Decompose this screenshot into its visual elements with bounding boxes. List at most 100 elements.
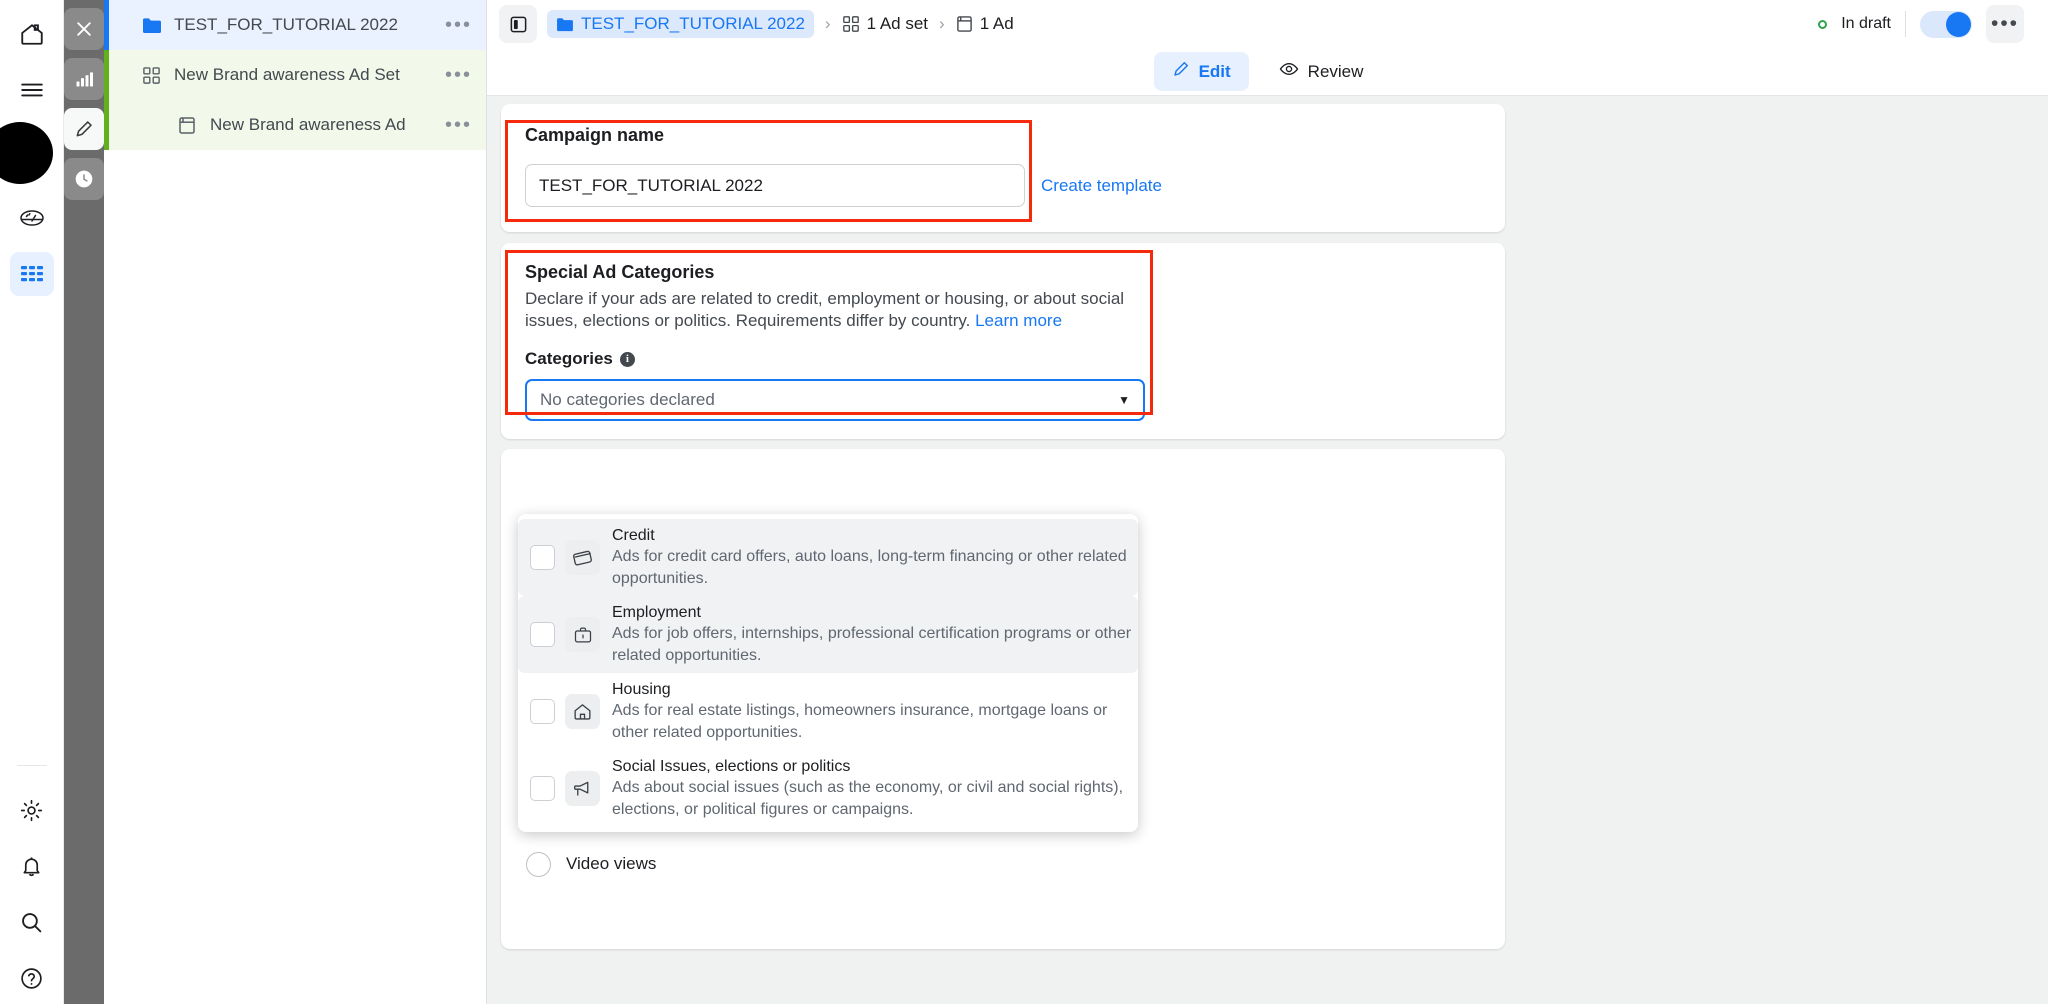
home-icon[interactable] [10,12,54,56]
checkbox-icon[interactable] [530,622,555,647]
app-root: TEST_FOR_TUTORIAL 2022 ••• New Brand awa… [0,0,2048,1004]
tree-row-campaign[interactable]: TEST_FOR_TUTORIAL 2022 ••• [104,0,486,50]
objective-option-video-views[interactable]: Video views [526,841,836,887]
clock-icon[interactable] [64,158,104,200]
special-ad-title: Special Ad Categories [525,262,1481,283]
floating-tool-panel [64,0,104,1004]
categories-select-value: No categories declared [540,390,715,410]
avatar[interactable] [0,122,53,184]
breadcrumb-item-ad[interactable]: 1 Ad [956,14,1014,34]
dropdown-option-description: Ads for job offers, internships, profess… [612,625,1131,664]
radio-icon [526,852,551,877]
speedometer-icon[interactable] [10,196,54,240]
header-top-row: TEST_FOR_TUTORIAL 2022 › 1 Ad set › [487,0,2048,48]
objective-label: Video views [566,854,656,874]
breadcrumb-item-adset[interactable]: 1 Ad set [842,14,928,34]
campaign-active-toggle[interactable] [1920,11,1972,38]
adset-grid-icon [842,15,860,33]
more-options-button[interactable]: ••• [1986,5,2024,43]
dropdown-option-employment[interactable]: Employment Ads for job offers, internshi… [518,596,1138,673]
categories-label-text: Categories [525,349,613,369]
menu-icon[interactable] [10,68,54,112]
dropdown-option-title: Housing [612,681,671,698]
special-ad-categories-card: Special Ad Categories Declare if your ad… [501,243,1505,439]
dropdown-option-text: Housing Ads for real estate listings, ho… [612,679,1132,744]
campaign-card-body: Campaign name Create template [501,104,1505,207]
adset-grid-icon [142,66,168,85]
categories-dropdown-menu: Credit Ads for credit card offers, auto … [518,514,1138,832]
close-icon[interactable] [64,8,104,50]
dropdown-option-description: Ads for credit card offers, auto loans, … [612,548,1127,587]
side-panel-icon[interactable] [499,5,537,43]
header-tabs: Edit Review [487,48,2048,95]
dropdown-option-description: Ads for real estate listings, homeowners… [612,702,1107,741]
breadcrumb-label: 1 Ad set [867,14,928,34]
folder-icon [556,17,574,32]
credit-card-icon [565,540,600,575]
house-icon [565,694,600,729]
search-icon[interactable] [10,900,54,944]
sidebar-item-campaigns[interactable] [10,252,54,296]
tree-row-adset[interactable]: New Brand awareness Ad Set ••• [104,50,486,100]
tree-row-menu-button[interactable]: ••• [445,120,472,130]
left-icon-rail [0,0,64,1004]
tree-row-ad[interactable]: New Brand awareness Ad ••• [104,100,486,150]
dropdown-option-title: Employment [612,604,701,621]
bar-chart-icon[interactable] [64,58,104,100]
dropdown-option-description: Ads about social issues (such as the eco… [612,779,1123,818]
checkbox-icon[interactable] [530,545,555,570]
gear-icon[interactable] [10,788,54,832]
tree-row-menu-button[interactable]: ••• [445,20,472,30]
tab-review[interactable]: Review [1261,52,1382,91]
eye-icon [1279,60,1299,83]
ad-card-icon [178,116,204,135]
create-template-link[interactable]: Create template [1041,176,1162,196]
help-icon[interactable] [10,956,54,1000]
checkbox-icon[interactable] [530,699,555,724]
tab-label: Review [1308,62,1364,82]
tree-label: New Brand awareness Ad Set [174,65,400,85]
special-card-body: Special Ad Categories Declare if your ad… [501,243,1505,421]
tab-label: Edit [1199,62,1231,82]
header-right-group: In draft ••• [1818,5,2024,43]
rail-divider [17,765,47,766]
rail-bottom-group [10,759,54,1004]
dropdown-option-credit[interactable]: Credit Ads for credit card offers, auto … [518,519,1138,596]
special-ad-description: Declare if your ads are related to credi… [525,288,1150,332]
info-icon[interactable]: i [620,352,635,367]
pencil-icon [1172,60,1190,83]
tree-status-bar [104,50,109,100]
chevron-down-icon: ▼ [1118,393,1130,407]
ad-card-icon [956,15,973,33]
tab-edit[interactable]: Edit [1154,52,1249,91]
breadcrumb-separator: › [939,14,945,34]
tree-row-menu-button[interactable]: ••• [445,70,472,80]
categories-select[interactable]: No categories declared ▼ [525,379,1145,421]
campaign-name-card: Campaign name Create template [501,104,1505,232]
dropdown-option-social-issues[interactable]: Social Issues, elections or politics Ads… [518,750,1138,827]
tree-label: New Brand awareness Ad [210,115,406,135]
toggle-knob [1946,12,1971,37]
breadcrumb-item-campaign[interactable]: TEST_FOR_TUTORIAL 2022 [547,10,814,38]
header-divider [1905,11,1906,37]
bell-icon[interactable] [10,844,54,888]
checkbox-icon[interactable] [530,776,555,801]
breadcrumb-separator: › [825,14,831,34]
breadcrumb-label: 1 Ad [980,14,1014,34]
main-content: Campaign name Create template Special Ad… [487,96,2048,1004]
folder-icon [142,17,168,34]
campaign-name-input[interactable] [525,164,1025,207]
top-header: TEST_FOR_TUTORIAL 2022 › 1 Ad set › [487,0,2048,96]
learn-more-link[interactable]: Learn more [975,311,1062,330]
categories-label: Categories i [525,349,1481,369]
tree-status-bar [104,0,109,50]
campaign-name-field-row: Create template [525,164,1481,207]
pencil-icon[interactable] [64,108,104,150]
megaphone-icon [565,771,600,806]
tree-label: TEST_FOR_TUTORIAL 2022 [174,15,398,35]
tree-status-bar [104,100,109,150]
dropdown-option-housing[interactable]: Housing Ads for real estate listings, ho… [518,673,1138,750]
dropdown-option-title: Credit [612,527,655,544]
breadcrumb-label: TEST_FOR_TUTORIAL 2022 [581,14,805,34]
dropdown-option-text: Social Issues, elections or politics Ads… [612,756,1132,821]
